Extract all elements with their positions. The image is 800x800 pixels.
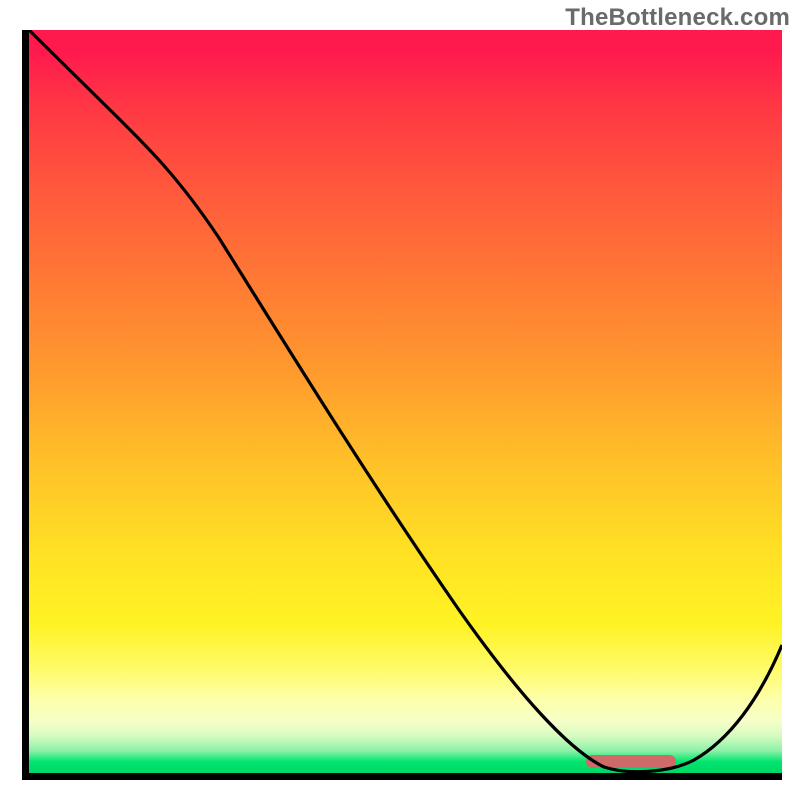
gradient-background	[29, 30, 782, 773]
chart-container: TheBottleneck.com	[0, 0, 800, 800]
optimal-range-marker	[586, 755, 676, 768]
watermark-text: TheBottleneck.com	[565, 4, 790, 32]
plot-frame	[22, 30, 782, 780]
